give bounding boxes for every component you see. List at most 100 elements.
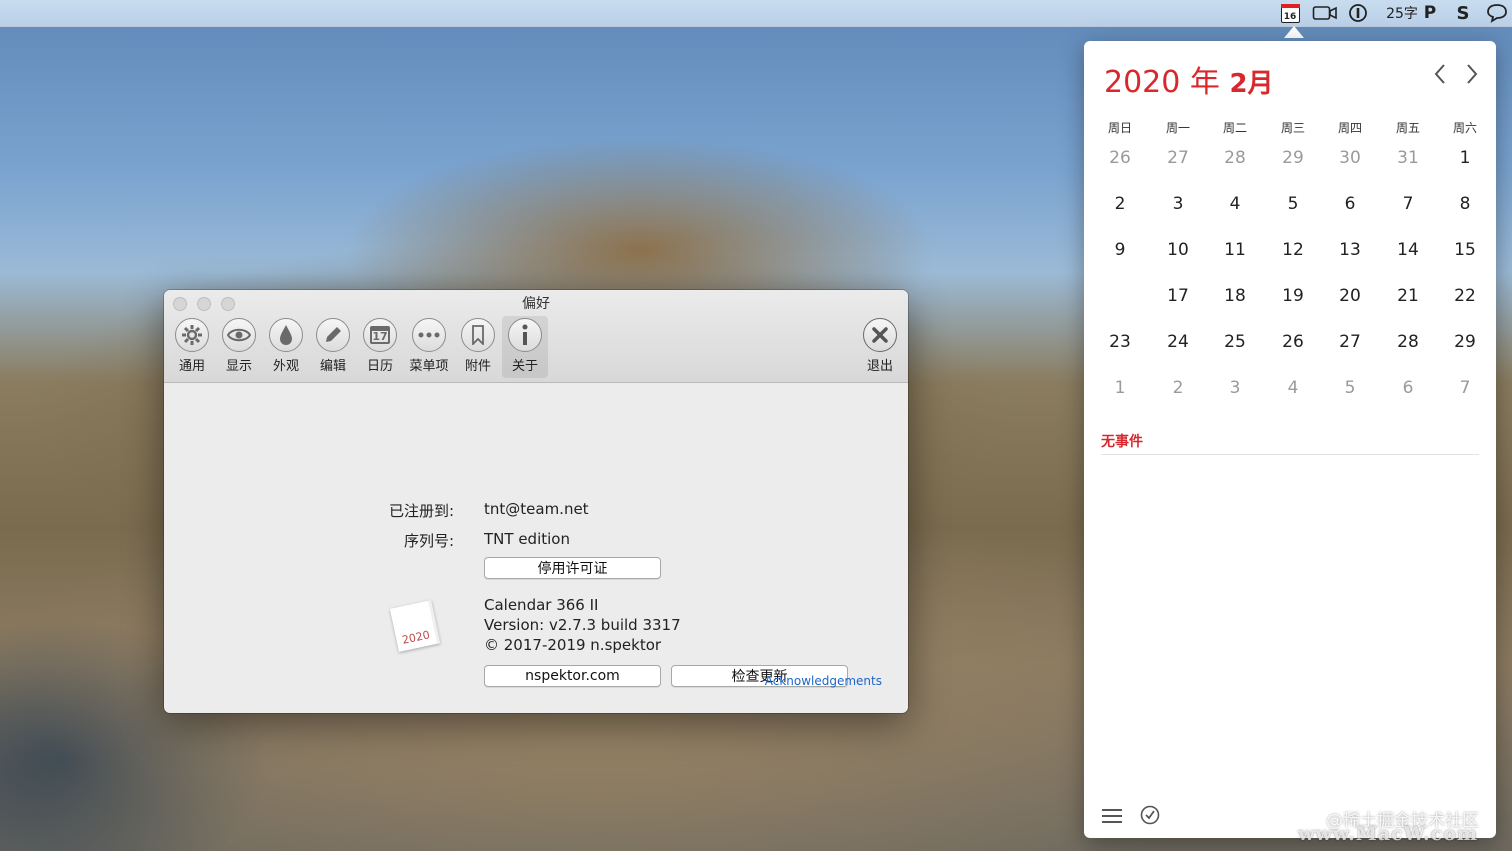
tab-appearance[interactable]: 外观 [263,316,309,378]
day-cell[interactable]: 21 [1388,280,1428,312]
menu-bar: 16 25字 P S [0,0,1512,27]
about-pane: 已注册到: tnt@team.net 序列号: TNT edition 停用许可… [164,383,908,713]
day-cell[interactable]: 11 [1215,234,1255,266]
quit-label: 退出 [866,359,893,374]
tab-display[interactable]: 显示 [216,316,262,378]
next-month-button[interactable] [1465,63,1479,91]
day-cell[interactable]: 1 [1445,142,1485,174]
day-cell[interactable]: 20 [1330,280,1370,312]
tab-label: 菜单项 [409,359,449,374]
day-cell[interactable]: 8 [1445,188,1485,220]
bookmark-icon [461,318,495,352]
day-cell[interactable]: 5 [1330,372,1370,404]
day-cell[interactable]: 22 [1445,280,1485,312]
month-title: 2020 年 2月 [1104,57,1274,101]
facetime-camera-icon[interactable] [1311,3,1339,23]
day-cell[interactable]: 17 [1158,280,1198,312]
tab-calendar[interactable]: 17 日历 [357,316,403,378]
tab-label: 关于 [511,359,538,374]
day-cell[interactable]: 4 [1273,372,1313,404]
menu-icon[interactable] [1102,805,1122,829]
prev-month-button[interactable] [1433,63,1447,91]
registered-label: 已注册到: [388,502,454,520]
app-name: Calendar 366 II [484,596,599,614]
day-cell[interactable]: 25 [1215,326,1255,358]
day-cell[interactable]: 27 [1330,326,1370,358]
day-cell[interactable]: 18 [1215,280,1255,312]
weekday-label: 周六 [1452,121,1477,135]
day-cell[interactable]: 29 [1273,142,1313,174]
tab-attachments[interactable]: 附件 [455,316,501,378]
app-version: Version: v2.7.3 build 3317 [484,616,681,634]
s-icon[interactable]: S [1452,3,1474,24]
day-cell[interactable]: 31 [1388,142,1428,174]
menubar-calendar-date: 16 [1280,3,1300,23]
calendar-icon[interactable]: 16 [1279,3,1301,23]
day-cell[interactable]: 6 [1330,188,1370,220]
day-cell[interactable]: 27 [1158,142,1198,174]
day-cell[interactable]: 3 [1215,372,1255,404]
tab-label: 日历 [366,359,393,374]
day-cell[interactable]: 14 [1388,234,1428,266]
acknowledgements-link[interactable]: Acknowledgements [765,674,882,688]
day-cell-today[interactable]: 16 [1100,280,1140,312]
day-cell[interactable]: 28 [1388,326,1428,358]
day-cell[interactable]: 23 [1100,326,1140,358]
day-cell[interactable]: 24 [1158,326,1198,358]
tab-menu-item[interactable]: 菜单项 [406,316,452,378]
title-bar: 偏好 通用 显示 外观 编辑 17 日历 菜单项 附件 关于 退出 [164,290,908,383]
pencil-icon [316,318,350,352]
word-count[interactable]: 25字 [1384,3,1420,23]
day-cell[interactable]: 2 [1158,372,1198,404]
calendar-17-icon: 17 [363,318,397,352]
serial-label: 序列号: [403,532,454,550]
ellipsis-icon [412,318,446,352]
app-logo: 2020 [389,600,441,652]
day-cell[interactable]: 13 [1330,234,1370,266]
deactivate-license-button[interactable]: 停用许可证 [484,557,661,579]
day-cell[interactable]: 19 [1273,280,1313,312]
calendar-popover: 2020 年 2月 周日 周一 周二 周三 周四 周五 周六 26 27 28 29 30 31 1 2 3… [1084,41,1496,838]
day-cell[interactable]: 30 [1330,142,1370,174]
year-suffix: 年 [1189,65,1220,100]
day-cell[interactable]: 15 [1445,234,1485,266]
day-cell[interactable]: 26 [1273,326,1313,358]
quit-button[interactable]: 退出 [857,316,903,378]
weekday-label: 周日 [1107,121,1132,135]
watermark-site: www.MacW.com [1298,823,1479,845]
day-cell[interactable]: 28 [1215,142,1255,174]
chat-icon[interactable] [1484,3,1510,23]
popover-arrow [1284,26,1304,38]
tab-general[interactable]: 通用 [169,316,215,378]
day-cell[interactable]: 10 [1158,234,1198,266]
tab-label: 外观 [272,359,299,374]
day-cell[interactable]: 3 [1158,188,1198,220]
gear-icon [175,318,209,352]
checkmark-icon[interactable] [1140,805,1160,830]
password-icon[interactable] [1347,3,1369,23]
copyright: © 2017-2019 n.spektor [484,636,662,654]
day-cell[interactable]: 2 [1100,188,1140,220]
day-cell[interactable]: 1 [1100,372,1140,404]
day-cell[interactable]: 26 [1100,142,1140,174]
tab-label: 通用 [178,359,205,374]
day-cell[interactable]: 5 [1273,188,1313,220]
day-cell[interactable]: 7 [1445,372,1485,404]
pinyin-p-icon[interactable]: P [1421,3,1439,23]
tab-label: 附件 [464,359,491,374]
weekday-label: 周四 [1337,121,1362,135]
tab-about[interactable]: 关于 [502,316,548,378]
day-cell[interactable]: 9 [1100,234,1140,266]
day-cell[interactable]: 4 [1215,188,1255,220]
day-cell[interactable]: 6 [1388,372,1428,404]
weekday-label: 周五 [1395,121,1420,135]
tab-label: 编辑 [319,359,346,374]
day-cell[interactable]: 7 [1388,188,1428,220]
close-icon [863,318,897,352]
window-title: 偏好 [522,296,550,312]
tab-edit[interactable]: 编辑 [310,316,356,378]
day-cell[interactable]: 29 [1445,326,1485,358]
day-cell[interactable]: 12 [1273,234,1313,266]
eye-icon [222,318,256,352]
website-button[interactable]: nspektor.com [484,665,661,687]
